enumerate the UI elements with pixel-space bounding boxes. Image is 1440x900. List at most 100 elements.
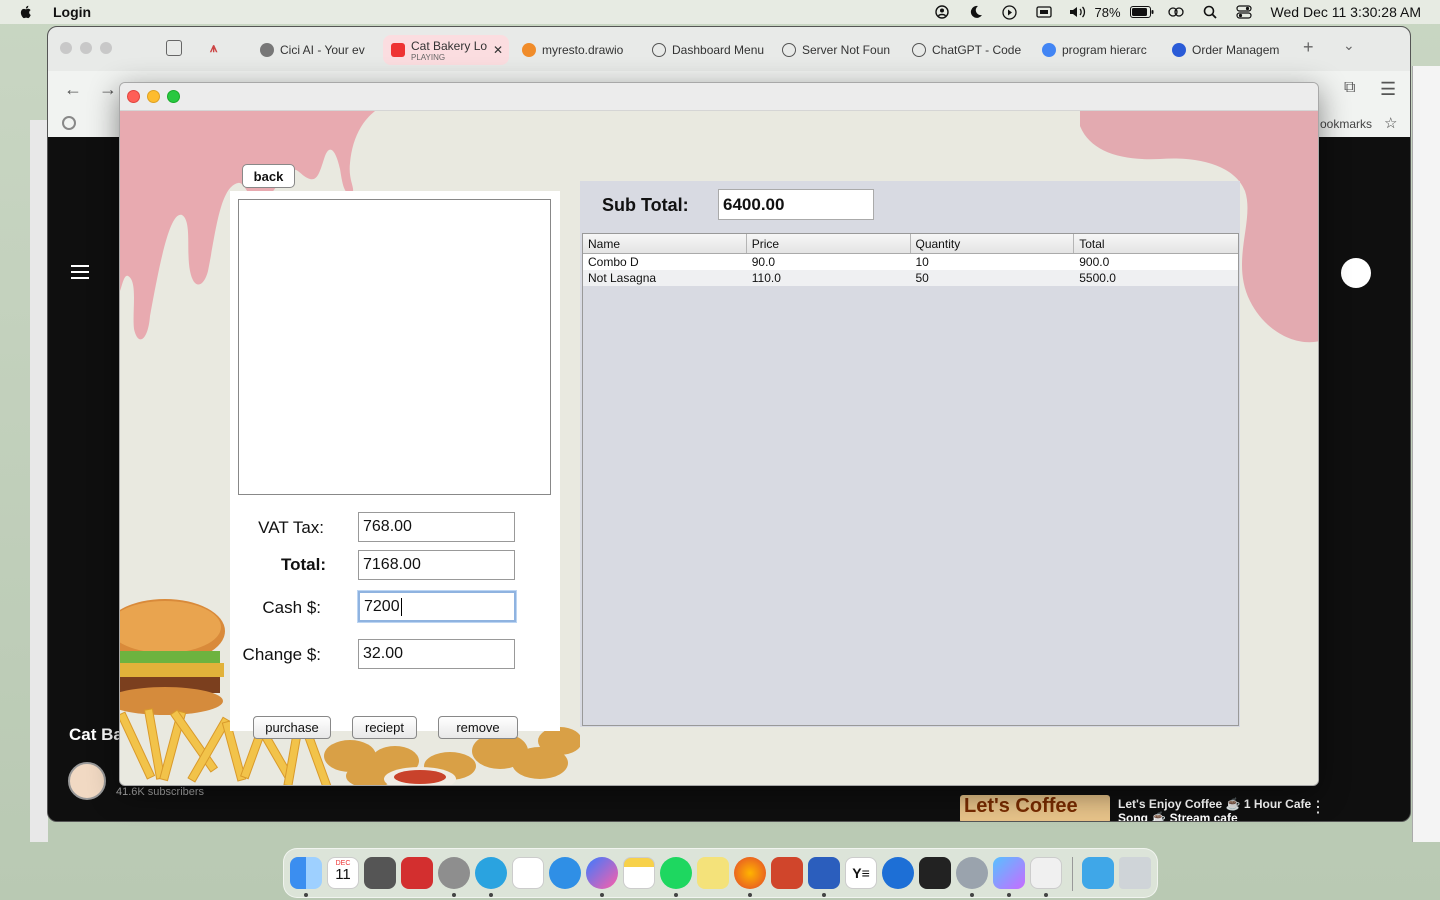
display-icon[interactable] (1027, 0, 1061, 24)
cash-field[interactable]: 7200 (358, 591, 516, 622)
moon-icon[interactable] (959, 0, 993, 24)
more-options-icon[interactable]: ⋮ (1310, 797, 1326, 817)
cell-quantity: 10 (915, 255, 929, 269)
browser-tab[interactable]: myresto.drawio (522, 35, 634, 65)
user-icon[interactable] (925, 0, 959, 24)
ys-app-icon[interactable]: Y≡ (845, 857, 877, 889)
column-header-total[interactable]: Total (1074, 234, 1238, 253)
hamburger-icon[interactable] (71, 265, 89, 279)
terminal-icon[interactable] (919, 857, 951, 889)
cube-app-icon[interactable] (993, 857, 1025, 889)
window-maximize-icon[interactable] (167, 90, 180, 103)
pinned-tab-icon[interactable]: ⩚ (210, 40, 217, 56)
messenger-icon[interactable] (586, 857, 618, 889)
channel-avatar[interactable] (68, 762, 106, 800)
browser-tab-active[interactable]: Cat Bakery Lo PLAYING ✕ (383, 35, 509, 65)
app-body: back VAT Tax: 768.00 Total: 7168.00 Cash… (120, 111, 1318, 785)
receipt-button[interactable]: reciept (352, 716, 417, 739)
quicktime-icon[interactable] (882, 857, 914, 889)
browser-close-icon[interactable] (60, 42, 72, 54)
column-header-name[interactable]: Name (583, 234, 747, 253)
browser-tab[interactable]: ChatGPT - Code (912, 35, 1024, 65)
finder-icon[interactable] (290, 857, 322, 889)
link-icon[interactable] (1159, 0, 1193, 24)
column-header-price[interactable]: Price (747, 234, 911, 253)
table-row[interactable]: Combo D 90.0 10 900.0 (583, 254, 1238, 270)
cell-name: Not Lasagna (588, 271, 657, 285)
window-close-icon[interactable] (127, 90, 140, 103)
downloads-folder-icon[interactable] (1082, 857, 1114, 889)
browser-tab[interactable]: Order Managem (1172, 35, 1290, 65)
vat-label: VAT Tax: (258, 518, 324, 537)
notes-icon[interactable] (623, 857, 655, 889)
browser-tab[interactable]: program hierarc (1042, 35, 1154, 65)
menu-icon[interactable]: ☰ (1380, 79, 1396, 100)
calculator-icon[interactable] (364, 857, 396, 889)
window-minimize-icon[interactable] (147, 90, 160, 103)
stickies-icon[interactable] (697, 857, 729, 889)
reminders-icon[interactable] (512, 857, 544, 889)
tab-favicon-icon (522, 43, 536, 57)
browser-tab[interactable]: Cici AI - Your ev (260, 35, 378, 65)
info-icon (782, 43, 796, 57)
background-window-left (30, 120, 48, 842)
calendar-icon[interactable]: DEC 11 (327, 857, 359, 889)
control-center-icon[interactable] (1227, 0, 1261, 24)
running-indicator (489, 893, 493, 897)
volume-icon[interactable] (1061, 0, 1095, 24)
system-preferences-icon[interactable] (956, 857, 988, 889)
word-icon[interactable] (808, 857, 840, 889)
chevron-down-icon[interactable]: ⌄ (1343, 37, 1355, 54)
back-button[interactable]: back (242, 164, 295, 188)
vat-field[interactable]: 768.00 (358, 512, 515, 542)
promo-card[interactable]: Let's Coffee Let's Enjoy Coffee ☕ 1 Hour… (960, 795, 1400, 822)
trash-icon[interactable] (1119, 857, 1151, 889)
background-window-right (1412, 66, 1440, 842)
java-icon[interactable] (1030, 857, 1062, 889)
browser-tab[interactable]: Dashboard Menu (652, 35, 764, 65)
powerpoint-icon[interactable] (771, 857, 803, 889)
extensions-icon[interactable]: ⧉ (1344, 79, 1355, 97)
tab-label: Cat Bakery Lo (411, 38, 488, 53)
battery-icon[interactable] (1125, 0, 1159, 24)
menu-clock[interactable]: Wed Dec 11 3:30:28 AM (1271, 4, 1421, 20)
remove-button[interactable]: remove (438, 716, 518, 739)
apple-icon[interactable] (18, 4, 34, 20)
app-window: back VAT Tax: 768.00 Total: 7168.00 Cash… (119, 82, 1319, 786)
spotify-icon[interactable] (660, 857, 692, 889)
firefox-icon[interactable] (734, 857, 766, 889)
table-header: Name Price Quantity Total (583, 234, 1238, 254)
browser-maximize-icon[interactable] (100, 42, 112, 54)
column-header-quantity[interactable]: Quantity (911, 234, 1075, 253)
settings-gear-icon[interactable] (438, 857, 470, 889)
total-field[interactable]: 7168.00 (358, 550, 515, 580)
back-arrow-icon[interactable]: ← (64, 79, 82, 100)
order-table[interactable]: Name Price Quantity Total Combo D 90.0 1… (582, 233, 1239, 726)
order-summary-panel: Sub Total: 6400.00 Name Price Quantity T… (580, 181, 1240, 727)
browser-tab[interactable]: Server Not Foun (782, 35, 894, 65)
safari-icon[interactable] (549, 857, 581, 889)
star-icon[interactable]: ☆ (1384, 114, 1397, 132)
menu-app-name[interactable]: Login (53, 4, 91, 20)
channel-name[interactable]: Cat Ba (69, 725, 123, 745)
change-field[interactable]: 32.00 (358, 639, 515, 669)
bookmark-icon[interactable] (62, 116, 76, 130)
purchase-button[interactable]: purchase (253, 716, 331, 739)
play-icon[interactable] (993, 0, 1027, 24)
chatgpt-icon (912, 43, 926, 57)
photo-booth-icon[interactable] (401, 857, 433, 889)
tab-close-icon[interactable]: ✕ (493, 43, 503, 57)
table-row[interactable]: Not Lasagna 110.0 50 5500.0 (583, 270, 1238, 286)
subtotal-field[interactable]: 6400.00 (718, 189, 874, 220)
subscriber-count: 41.6K subscribers (116, 786, 205, 798)
running-indicator (600, 893, 604, 897)
search-icon[interactable] (1193, 0, 1227, 24)
telegram-icon[interactable] (475, 857, 507, 889)
browser-minimize-icon[interactable] (80, 42, 92, 54)
forward-arrow-icon[interactable]: → (99, 79, 117, 100)
promo-title: Let's Enjoy Coffee ☕ 1 Hour Cafe Song ☕ … (1118, 797, 1312, 822)
new-tab-icon[interactable]: + (1303, 37, 1314, 58)
bookmarks-label[interactable]: ookmarks (1320, 117, 1372, 131)
tab-overview-icon[interactable] (166, 40, 182, 56)
avatar[interactable] (1341, 258, 1371, 288)
